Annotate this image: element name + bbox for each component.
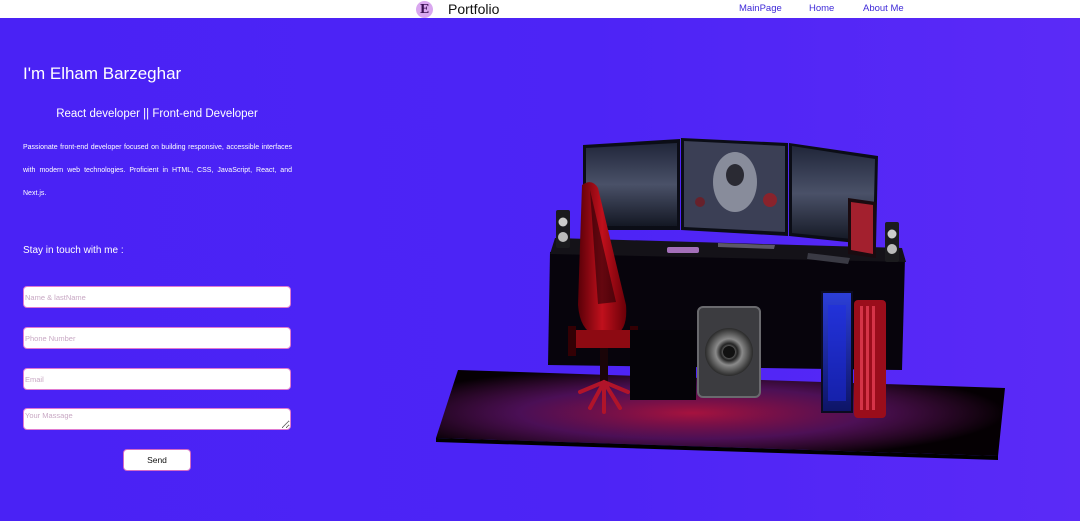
brand-name: Portfolio [448, 1, 500, 17]
nav-link-mainpage[interactable]: MainPage [739, 3, 782, 14]
navbar: E Portfolio MainPage Home About Me [0, 0, 1080, 18]
nav-link-home[interactable]: Home [809, 3, 834, 14]
contact-heading: Stay in touch with me : [23, 245, 124, 256]
email-field[interactable] [23, 368, 291, 390]
brand[interactable]: E Portfolio [416, 0, 499, 18]
nav-link-about-me[interactable]: About Me [863, 3, 904, 14]
hero-subtitle: React developer || Front-end Developer [56, 108, 258, 120]
send-button[interactable]: Send [123, 449, 191, 471]
gaming-setup-illustration [436, 138, 1005, 460]
logo-icon: E [416, 0, 433, 18]
name-field[interactable] [23, 286, 291, 308]
message-field[interactable] [23, 408, 291, 430]
subwoofer [697, 306, 761, 398]
hero-title: I'm Elham Barzeghar [23, 64, 182, 83]
hero-description: Passionate front-end developer focused o… [23, 144, 292, 197]
pc-towers [821, 291, 886, 418]
phone-field[interactable] [23, 327, 291, 349]
triple-monitors [583, 138, 878, 245]
